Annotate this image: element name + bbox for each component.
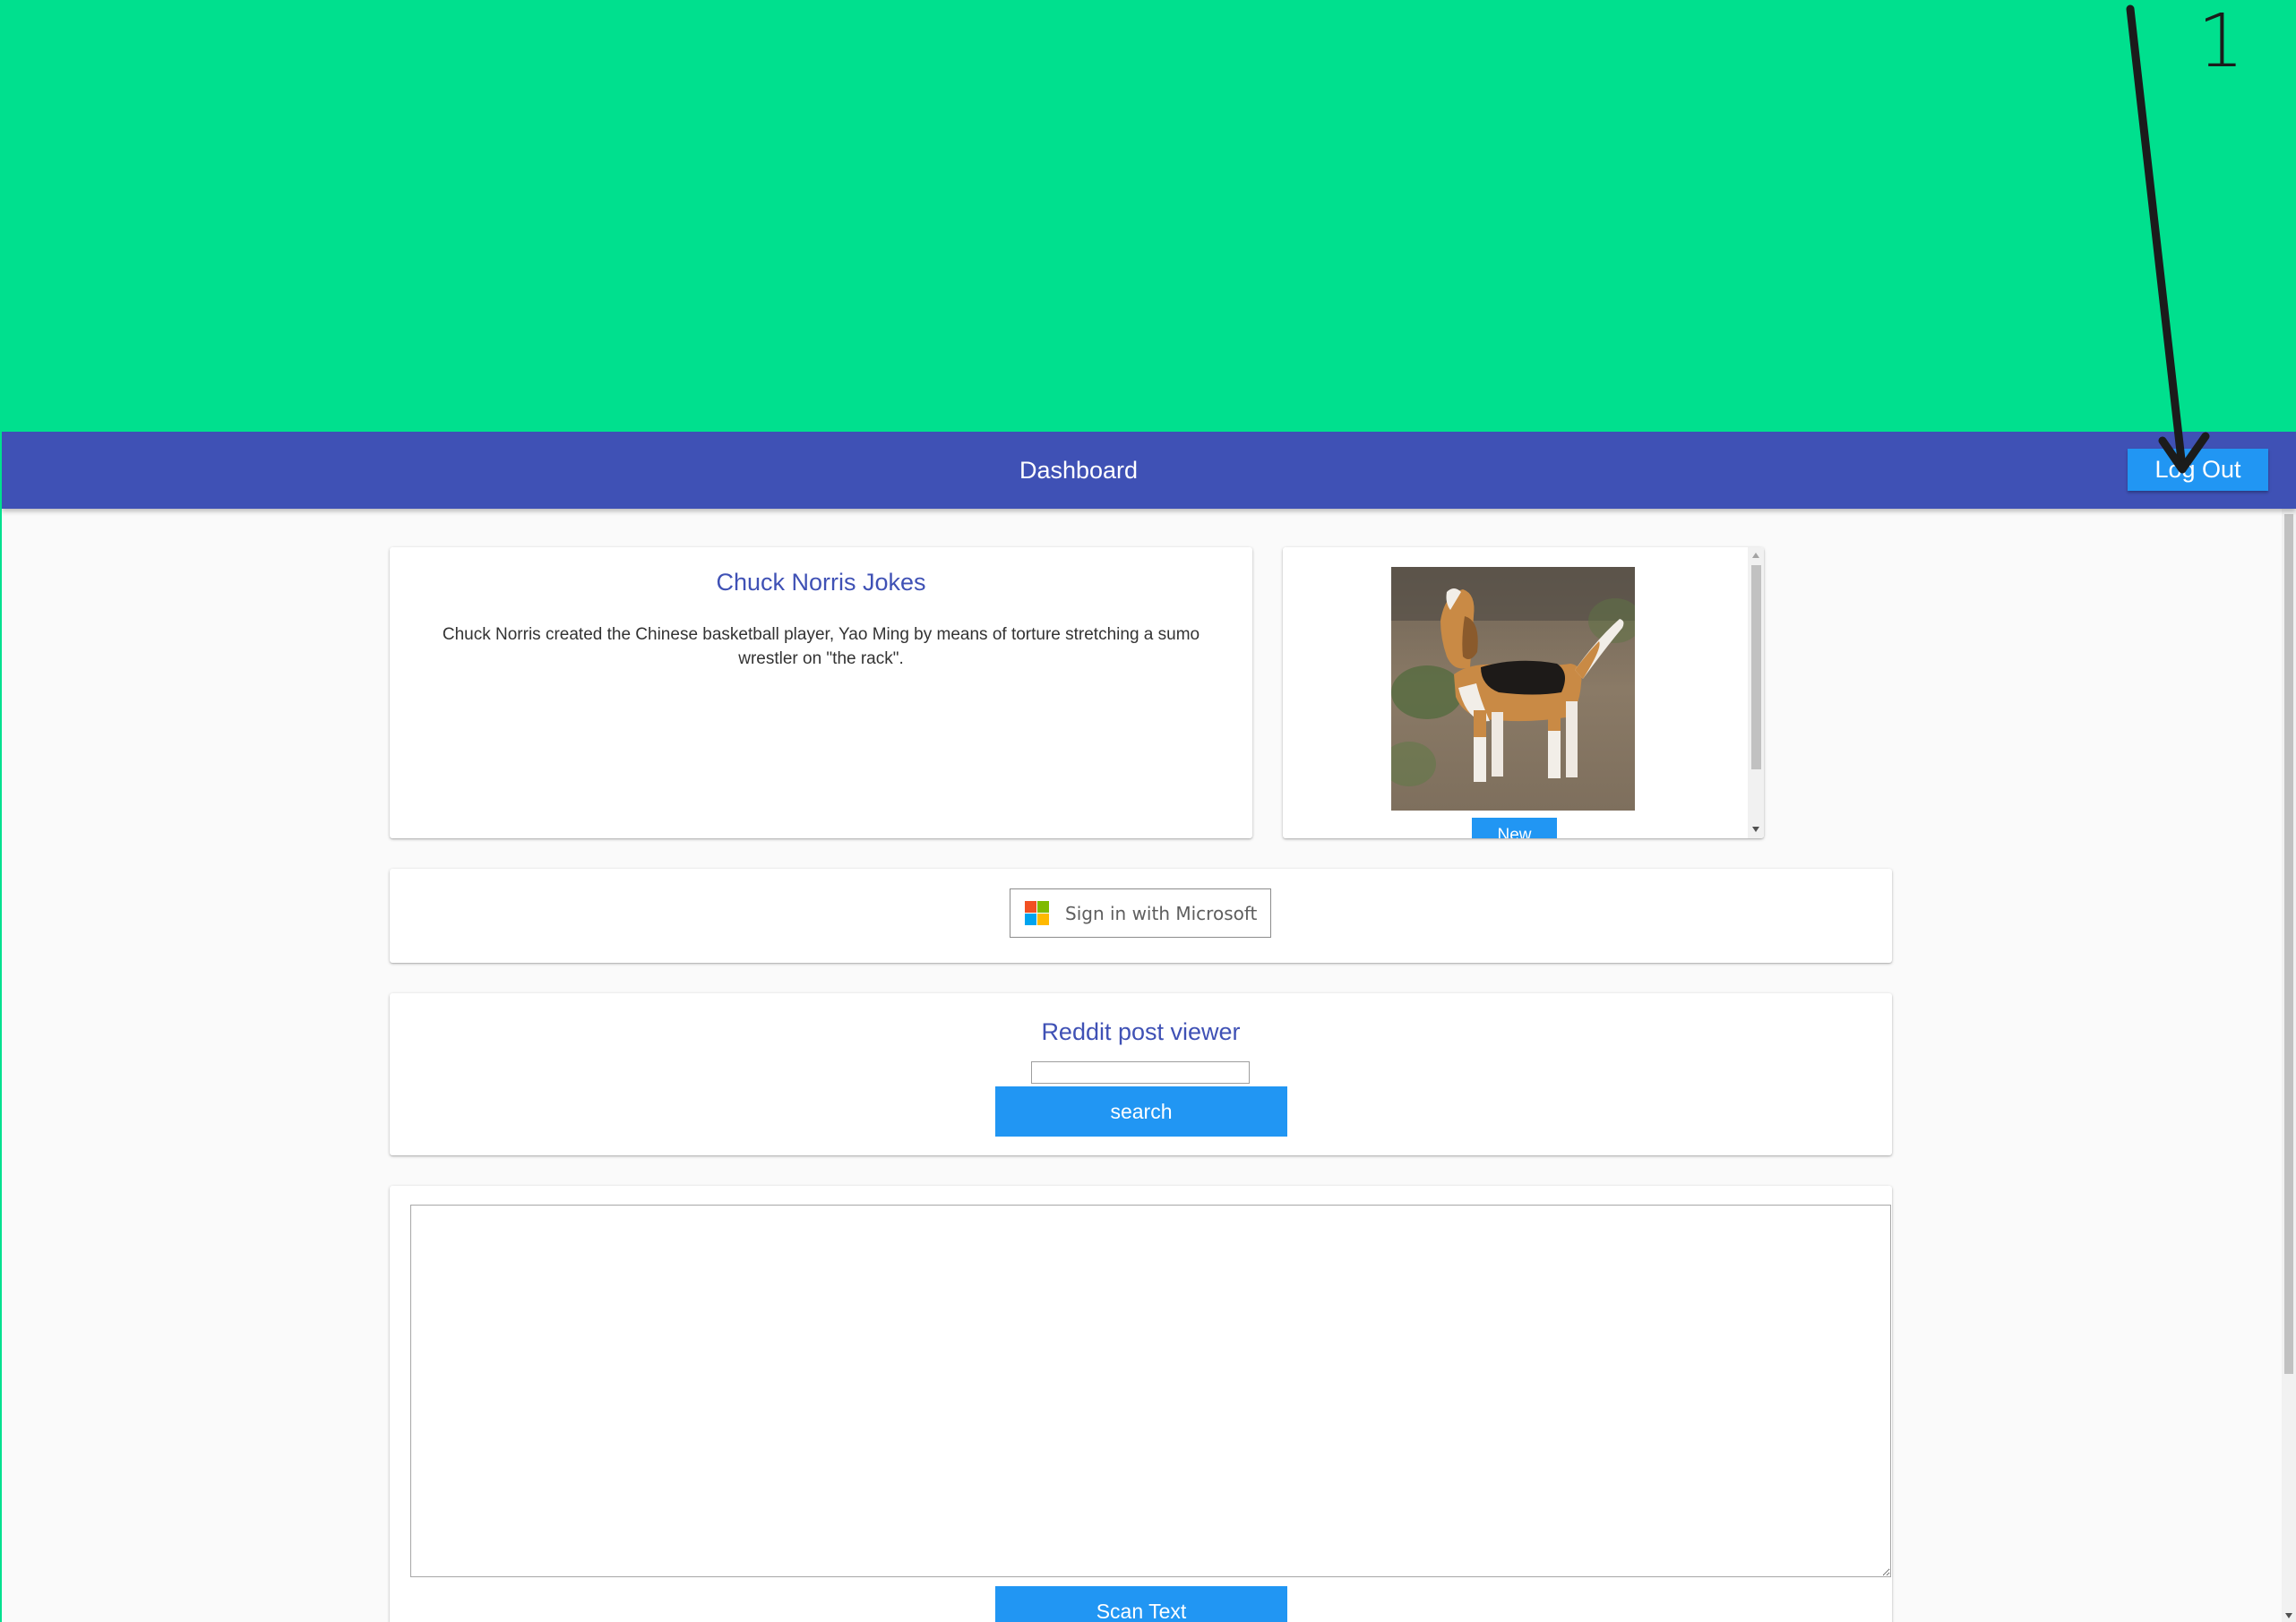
dog-card: New: [1283, 547, 1764, 838]
dog-image: [1391, 567, 1635, 811]
scan-textarea[interactable]: [410, 1205, 1891, 1577]
scan-text-button[interactable]: Scan Text: [995, 1586, 1287, 1622]
microsoft-sign-in-card: Sign in with Microsoft: [390, 869, 1892, 963]
page-scroll-down-icon[interactable]: [2285, 1613, 2292, 1618]
joke-text: Chuck Norris created the Chinese basketb…: [442, 625, 1200, 668]
reddit-search-input[interactable]: [1031, 1061, 1250, 1084]
browser-window: Dashboard Log Out Chuck Norris Jokes Chu…: [2, 432, 2296, 1622]
page-scrollbar[interactable]: [2282, 509, 2296, 1622]
page-scroll-thumb[interactable]: [2284, 514, 2293, 1374]
app-bar: Dashboard Log Out: [2, 432, 2296, 509]
new-dog-button[interactable]: New: [1472, 818, 1557, 838]
scroll-thumb[interactable]: [1751, 565, 1761, 769]
logout-button[interactable]: Log Out: [2128, 449, 2268, 491]
search-button[interactable]: search: [995, 1086, 1287, 1137]
microsoft-sign-in-button[interactable]: Sign in with Microsoft: [1010, 888, 1271, 938]
jokes-card: Chuck Norris Jokes Chuck Norris created …: [390, 547, 1252, 838]
reddit-viewer-card: Reddit post viewer search: [390, 993, 1892, 1155]
microsoft-logo-icon: [1025, 901, 1049, 925]
scroll-up-icon[interactable]: [1752, 553, 1759, 558]
dog-card-scrollbar[interactable]: [1748, 547, 1764, 838]
scroll-down-icon[interactable]: [1752, 827, 1759, 832]
jokes-title: Chuck Norris Jokes: [716, 569, 926, 596]
microsoft-sign-in-label: Sign in with Microsoft: [1065, 903, 1258, 924]
reddit-title: Reddit post viewer: [1041, 1018, 1241, 1045]
scan-text-card: Scan Text: [390, 1186, 1892, 1622]
annotation-step-number: 1: [2197, 0, 2245, 84]
page-title: Dashboard: [1019, 457, 1139, 484]
